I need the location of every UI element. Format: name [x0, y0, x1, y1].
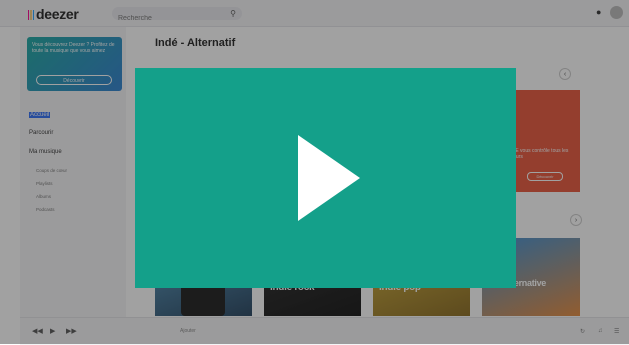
video-player[interactable]	[135, 68, 516, 288]
play-icon	[298, 135, 360, 221]
deezer-app: deezer ⚲ ● Vous découvrez Deezer ? Profi…	[0, 0, 629, 345]
play-button[interactable]	[135, 68, 516, 288]
